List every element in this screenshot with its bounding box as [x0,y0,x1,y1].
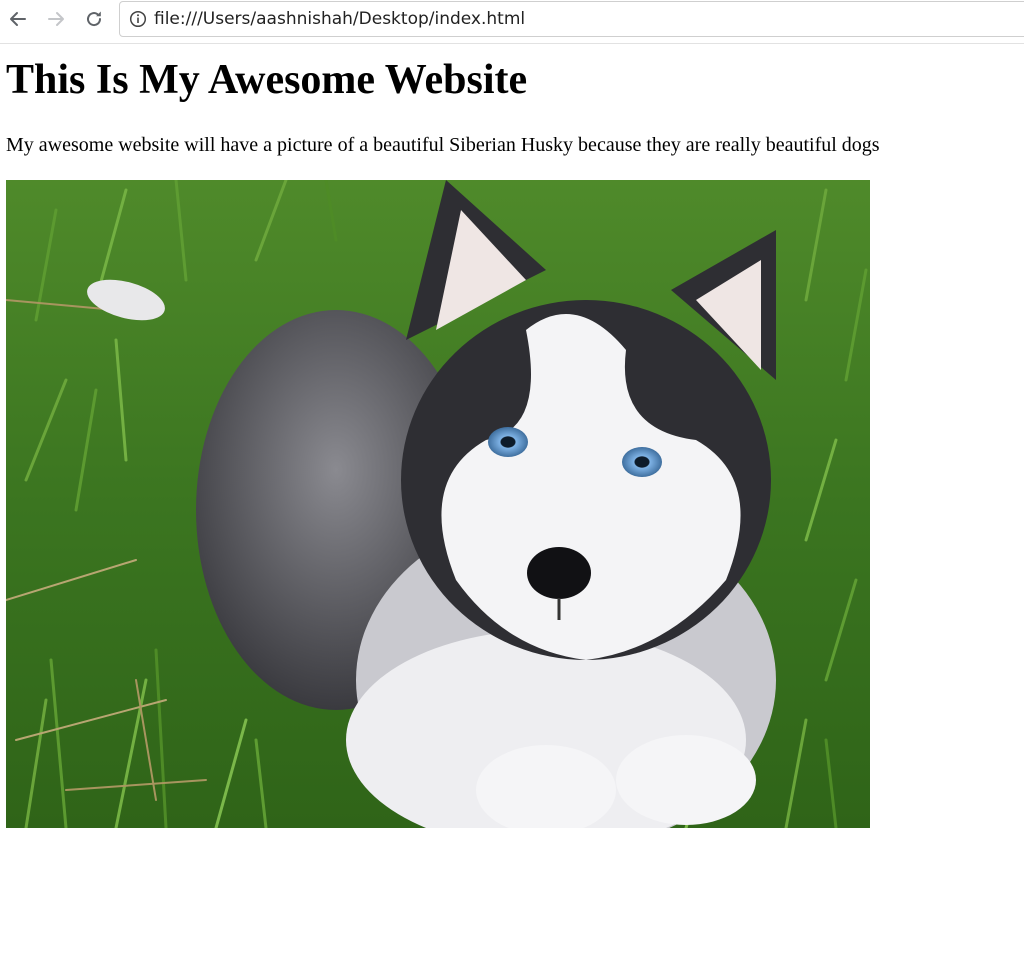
url-text[interactable]: file:///Users/aashnishah/Desktop/index.h… [154,9,525,29]
arrow-left-icon [10,12,26,26]
forward-button[interactable] [43,6,69,32]
info-icon[interactable] [129,10,147,28]
page-content: This Is My Awesome Website My awesome we… [0,44,1024,955]
arrow-right-icon [48,12,64,26]
address-bar[interactable]: file:///Users/aashnishah/Desktop/index.h… [119,1,1024,37]
reload-button[interactable] [81,6,107,32]
page-title: This Is My Awesome Website [6,57,528,103]
browser-toolbar: file:///Users/aashnishah/Desktop/index.h… [0,0,1024,44]
husky-photo [6,180,870,828]
back-button[interactable] [5,6,31,32]
reload-icon [87,11,102,27]
intro-paragraph: My awesome website will have a picture o… [6,134,880,156]
